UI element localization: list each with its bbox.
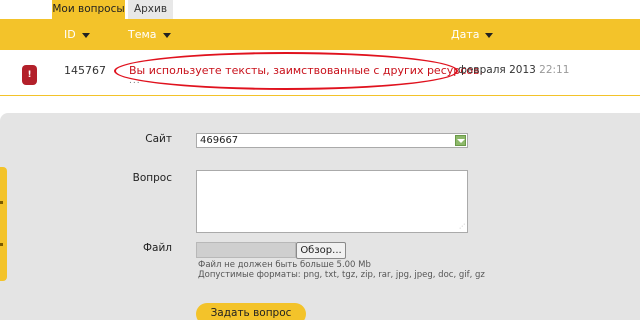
column-header-subject-label: Тема (128, 28, 157, 41)
resize-grip-icon[interactable]: ⋰ (459, 224, 465, 230)
question-time: 22:11 (539, 64, 570, 76)
column-header-id[interactable]: ID (64, 19, 90, 50)
column-header-date-label: Дата (451, 28, 480, 41)
sort-down-icon (162, 32, 171, 38)
tab-my-questions[interactable]: Мои вопросы (52, 0, 125, 19)
site-label: Сайт (145, 133, 172, 145)
support-page: Мои вопросы Архив ID Тема Дата ! 145767 … (0, 0, 640, 320)
question-textarea[interactable]: ⋰ (196, 170, 468, 233)
column-header-date[interactable]: Дата (451, 19, 494, 50)
file-label: Файл (142, 242, 172, 254)
chevron-down-icon[interactable] (455, 135, 466, 146)
site-select-value: 469667 (200, 135, 239, 146)
side-tab-mark (0, 201, 3, 204)
browse-button[interactable]: Обзор... (296, 242, 346, 259)
column-header-id-label: ID (64, 28, 76, 41)
table-header: ID Тема Дата (0, 19, 640, 50)
site-select[interactable]: 469667 (196, 133, 468, 148)
sort-down-icon (81, 32, 90, 38)
status-badge: ! (22, 65, 37, 85)
question-date: февраля 2013 22:11 (458, 64, 569, 76)
sort-down-icon (485, 32, 494, 38)
row-divider (0, 95, 640, 96)
file-path-field[interactable] (196, 242, 296, 258)
side-tab-mark (0, 243, 3, 246)
question-date-text: февраля 2013 (458, 64, 536, 76)
tab-archive[interactable]: Архив (128, 0, 173, 19)
file-size-hint: Файл не должен быть больше 5.00 Mb (198, 260, 371, 270)
column-header-subject[interactable]: Тема (128, 19, 171, 50)
file-formats-hint: Допустимые форматы: png, txt, tgz, zip, … (198, 270, 485, 280)
question-label: Вопрос (132, 172, 172, 184)
submit-question-button[interactable]: Задать вопрос (196, 303, 306, 320)
question-more: ... (129, 76, 141, 86)
question-subject-link[interactable]: Вы используете тексты, заимствованные с … (129, 64, 483, 77)
feedback-side-tab[interactable] (0, 167, 7, 281)
question-id: 145767 (64, 64, 106, 77)
